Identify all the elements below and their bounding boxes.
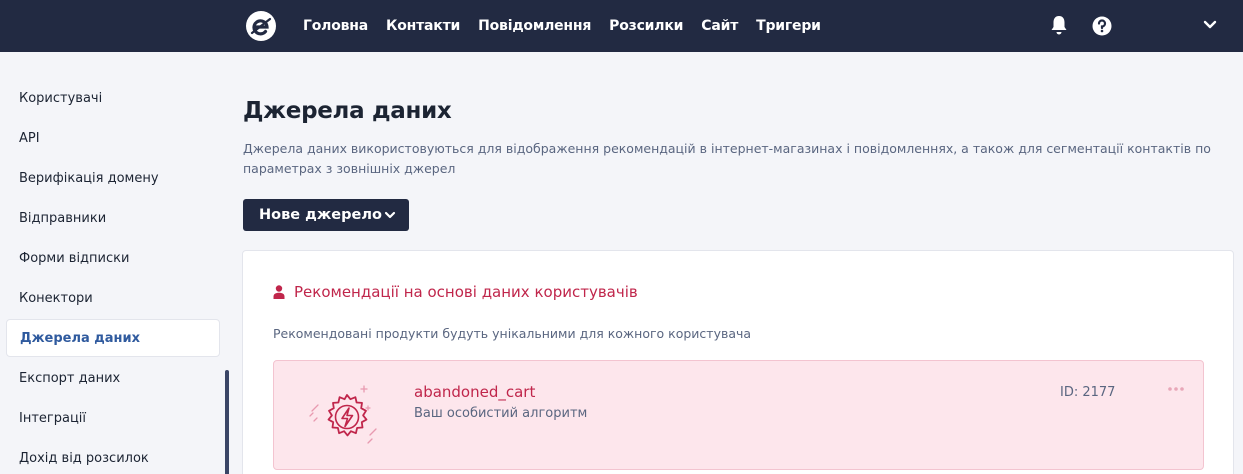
card-title: Рекомендації на основі даних користувачі… — [294, 283, 638, 301]
bell-icon[interactable] — [1049, 14, 1069, 36]
page-title: Джерела даних — [243, 98, 452, 124]
sidebar-item-users[interactable]: Користувачі — [6, 79, 220, 117]
sidebar-item-domain-verification[interactable]: Верифікація домену — [6, 159, 220, 197]
sidebar-item-data-sources[interactable]: Джерела даних — [6, 319, 220, 357]
sidebar-item-senders[interactable]: Відправники — [6, 199, 220, 237]
page-description: Джерела даних використовуються для відоб… — [243, 141, 1211, 176]
card-header: Рекомендації на основі даних користувачі… — [273, 283, 638, 301]
main-nav: Головна Контакти Повідомлення Розсилки С… — [303, 0, 839, 52]
nav-item-home[interactable]: Головна — [303, 18, 368, 34]
source-name[interactable]: abandoned_cart — [414, 383, 535, 401]
data-source-item[interactable]: abandoned_cart Ваш особистий алгоритм ID… — [273, 360, 1204, 470]
help-icon[interactable] — [1092, 16, 1112, 36]
chevron-down-icon[interactable] — [1202, 19, 1218, 31]
source-subtitle: Ваш особистий алгоритм — [414, 406, 588, 421]
sidebar-item-unsubscribe-forms[interactable]: Форми відписки — [6, 239, 220, 277]
new-source-button-label: Нове джерело — [259, 207, 382, 223]
recommendations-card: Рекомендації на основі даних користувачі… — [242, 250, 1234, 474]
sidebar-item-api[interactable]: API — [6, 119, 220, 157]
more-horizontal-icon[interactable] — [1167, 386, 1185, 392]
nav-item-triggers[interactable]: Тригери — [756, 18, 821, 34]
new-source-button[interactable]: Нове джерело — [243, 199, 409, 231]
sidebar-item-data-export[interactable]: Експорт даних — [6, 359, 220, 397]
lightning-badge-icon — [309, 385, 377, 444]
sidebar-item-campaign-revenue[interactable]: Дохід від розсилок — [6, 439, 220, 474]
chevron-down-icon — [384, 211, 396, 219]
user-icon — [273, 285, 285, 299]
nav-item-site[interactable]: Сайт — [701, 18, 738, 34]
sidebar-item-connectors[interactable]: Конектори — [6, 279, 220, 317]
nav-item-campaigns[interactable]: Розсилки — [609, 18, 683, 34]
source-id: ID: 2177 — [1060, 385, 1116, 400]
sidebar-item-integrations[interactable]: Інтеграції — [6, 399, 220, 437]
nav-item-messages[interactable]: Повідомлення — [478, 18, 591, 34]
sendpulse-logo-icon[interactable] — [245, 10, 277, 42]
nav-item-contacts[interactable]: Контакти — [386, 18, 460, 34]
sidebar-scrollbar[interactable] — [225, 370, 229, 474]
card-description: Рекомендовані продукти будуть унікальним… — [273, 326, 752, 341]
top-navbar: Головна Контакти Повідомлення Розсилки С… — [0, 0, 1243, 52]
